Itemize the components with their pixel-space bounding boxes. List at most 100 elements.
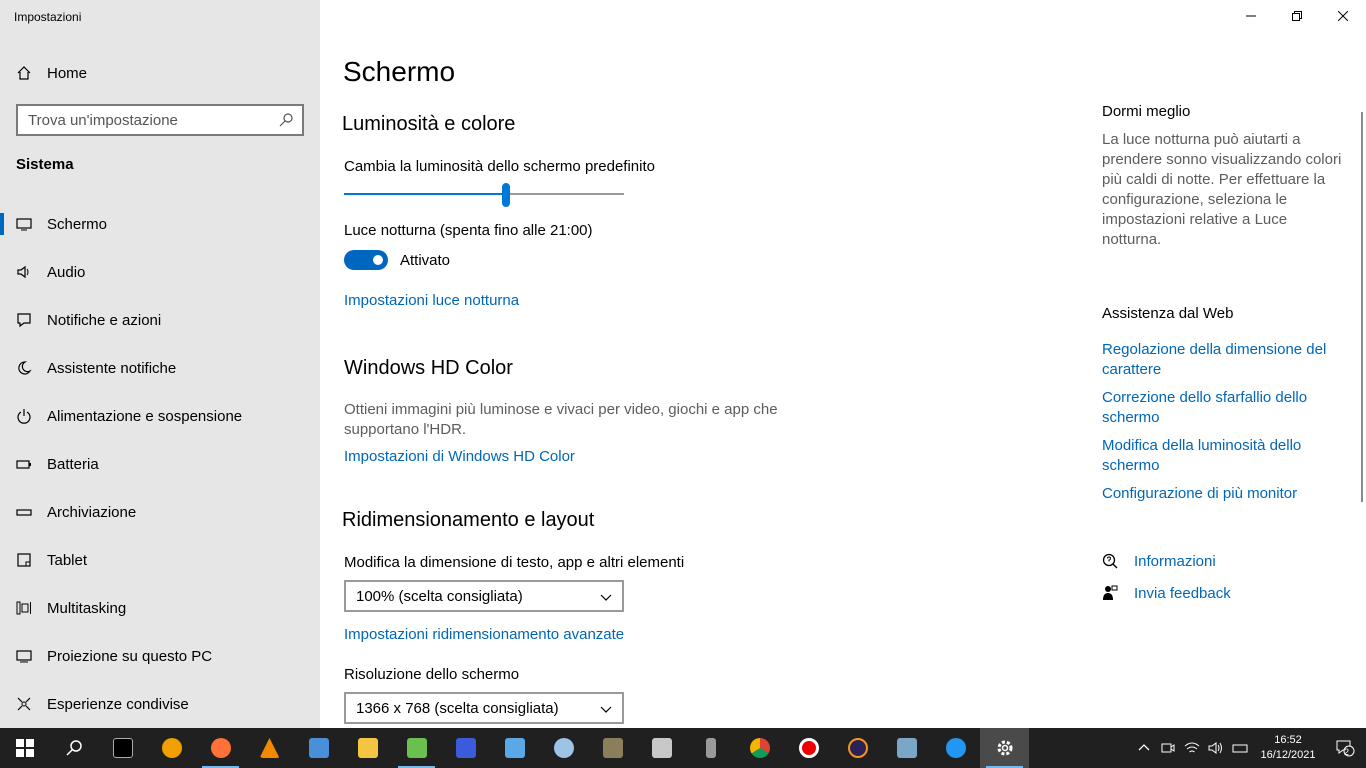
taskbar-save[interactable]	[441, 728, 490, 768]
app6-icon	[945, 738, 966, 758]
hdr-settings-link[interactable]: Impostazioni di Windows HD Color	[344, 448, 575, 465]
feedback-link[interactable]: Invia feedback	[1134, 585, 1231, 602]
taskbar-chrome[interactable]	[735, 728, 784, 768]
help-link-font-size[interactable]: Regolazione della dimensione del caratte…	[1102, 340, 1342, 380]
sleep-heading: Dormi meglio	[1102, 103, 1191, 120]
night-light-label: Luce notturna (spenta fino alle 21:00)	[344, 222, 593, 239]
chevron-down-icon	[600, 594, 612, 601]
help-link-flicker[interactable]: Correzione dello sfarfallio dello scherm…	[1102, 388, 1342, 428]
sidebar-item-archiviazione[interactable]: Archiviazione	[0, 488, 320, 536]
help-icon	[1102, 553, 1118, 569]
taskbar-search-button[interactable]	[49, 728, 98, 768]
scrollbar[interactable]	[1361, 112, 1363, 502]
sidebar-item-proiezione[interactable]: Proiezione su questo PC	[0, 632, 320, 680]
language-button[interactable]	[1228, 741, 1252, 755]
volume-button[interactable]	[1204, 741, 1228, 755]
clock[interactable]: 16:52 16/12/2021	[1252, 733, 1324, 763]
taskbar-vlc[interactable]	[245, 728, 294, 768]
start-button[interactable]	[0, 728, 49, 768]
taskbar-settings[interactable]	[980, 728, 1029, 768]
sidebar-item-esperienze[interactable]: Esperienze condivise	[0, 680, 320, 728]
help-link-brightness[interactable]: Modifica della luminosità dello schermo	[1102, 436, 1342, 476]
camera-icon	[1161, 743, 1175, 753]
page-title: Schermo	[343, 56, 456, 87]
search-icon	[279, 113, 293, 127]
sidebar-item-label: Alimentazione e sospensione	[47, 407, 243, 425]
slider-fill	[344, 193, 506, 195]
terminal-icon	[112, 738, 133, 758]
taskbar-notepad[interactable]	[392, 728, 441, 768]
sidebar-item-assistente[interactable]: Assistente notifiche	[0, 344, 320, 392]
taskbar: 16:52 16/12/2021 2	[0, 728, 1366, 768]
brightness-heading: Luminosità e colore	[342, 113, 516, 135]
night-light-state: Attivato	[400, 252, 451, 269]
system-tray: 16:52 16/12/2021 2	[1132, 728, 1366, 768]
taskbar-calculator[interactable]	[294, 728, 343, 768]
slider-thumb[interactable]	[502, 183, 510, 207]
action-center-button[interactable]: 2	[1324, 739, 1366, 757]
projection-icon	[16, 650, 32, 663]
speaker-icon	[17, 265, 29, 279]
taskbar-record[interactable]	[784, 728, 833, 768]
home-link[interactable]: Home	[16, 62, 87, 84]
chrome-icon	[749, 738, 770, 758]
sidebar-item-notifiche[interactable]: Notifiche e azioni	[0, 296, 320, 344]
taskbar-explorer[interactable]	[343, 728, 392, 768]
taskbar-app5[interactable]	[882, 728, 931, 768]
help-link-monitors[interactable]: Configurazione di più monitor	[1102, 484, 1342, 504]
hdr-heading: Windows HD Color	[344, 357, 513, 379]
notification-badge: 2	[1343, 747, 1349, 757]
taskbar-mic[interactable]	[686, 728, 735, 768]
taskbar-firefox[interactable]	[196, 728, 245, 768]
multitasking-icon	[16, 601, 31, 615]
paint-icon	[553, 738, 574, 758]
sidebar-item-batteria[interactable]: Batteria	[0, 440, 320, 488]
show-hidden-icons-button[interactable]	[1132, 742, 1156, 754]
taskbar-app2[interactable]	[490, 728, 539, 768]
taskbar-eclipse[interactable]	[833, 728, 882, 768]
taskbar-paint[interactable]	[539, 728, 588, 768]
info-link[interactable]: Informazioni	[1134, 553, 1216, 570]
meet-now-button[interactable]	[1156, 741, 1180, 755]
monitor-icon	[16, 218, 32, 231]
taskbar-app4[interactable]	[637, 728, 686, 768]
search-input[interactable]: Trova un'impostazione	[16, 104, 304, 136]
vlc-icon	[259, 738, 280, 758]
taskbar-app3[interactable]	[588, 728, 637, 768]
scaling-value: 100% (scelta consigliata)	[356, 587, 523, 605]
wifi-icon	[1184, 742, 1200, 753]
sidebar-item-audio[interactable]: Audio	[0, 248, 320, 296]
resolution-select[interactable]: 1366 x 768 (scelta consigliata)	[344, 692, 624, 724]
app5-icon	[896, 738, 917, 758]
advanced-scaling-link[interactable]: Impostazioni ridimensionamento avanzate	[344, 626, 624, 643]
sidebar-item-label: Proiezione su questo PC	[47, 647, 213, 665]
app4-icon	[651, 738, 672, 758]
sidebar-item-tablet[interactable]: Tablet	[0, 536, 320, 584]
sidebar: Impostazioni Home Trova un'impostazione …	[0, 0, 320, 728]
sidebar-nav: Schermo Audio Notifiche e azioni Assiste…	[0, 200, 320, 728]
gear-icon	[997, 740, 1012, 756]
sidebar-item-alimentazione[interactable]: Alimentazione e sospensione	[0, 392, 320, 440]
taskbar-app[interactable]	[147, 728, 196, 768]
night-light-toggle[interactable]	[344, 250, 388, 270]
sidebar-item-label: Schermo	[47, 215, 108, 233]
brightness-slider[interactable]	[344, 183, 624, 207]
taskbar-terminal[interactable]	[98, 728, 147, 768]
firefox-icon	[210, 738, 231, 758]
network-button[interactable]	[1180, 741, 1204, 755]
taskbar-app6[interactable]	[931, 728, 980, 768]
sidebar-item-label: Esperienze condivise	[47, 695, 189, 713]
folder-icon	[357, 738, 378, 758]
sidebar-item-label: Notifiche e azioni	[47, 311, 162, 329]
sidebar-item-schermo[interactable]: Schermo	[0, 200, 320, 248]
resolution-value: 1366 x 768 (scelta consigliata)	[356, 699, 559, 717]
keyboard-icon	[1232, 744, 1248, 753]
app2-icon	[504, 738, 525, 758]
web-help-heading: Assistenza dal Web	[1102, 305, 1234, 322]
notification-icon	[17, 313, 31, 328]
battery-icon	[16, 460, 31, 469]
sidebar-item-multitasking[interactable]: Multitasking	[0, 584, 320, 632]
night-light-settings-link[interactable]: Impostazioni luce notturna	[344, 292, 519, 309]
storage-icon	[16, 509, 32, 516]
scaling-select[interactable]: 100% (scelta consigliata)	[344, 580, 624, 612]
